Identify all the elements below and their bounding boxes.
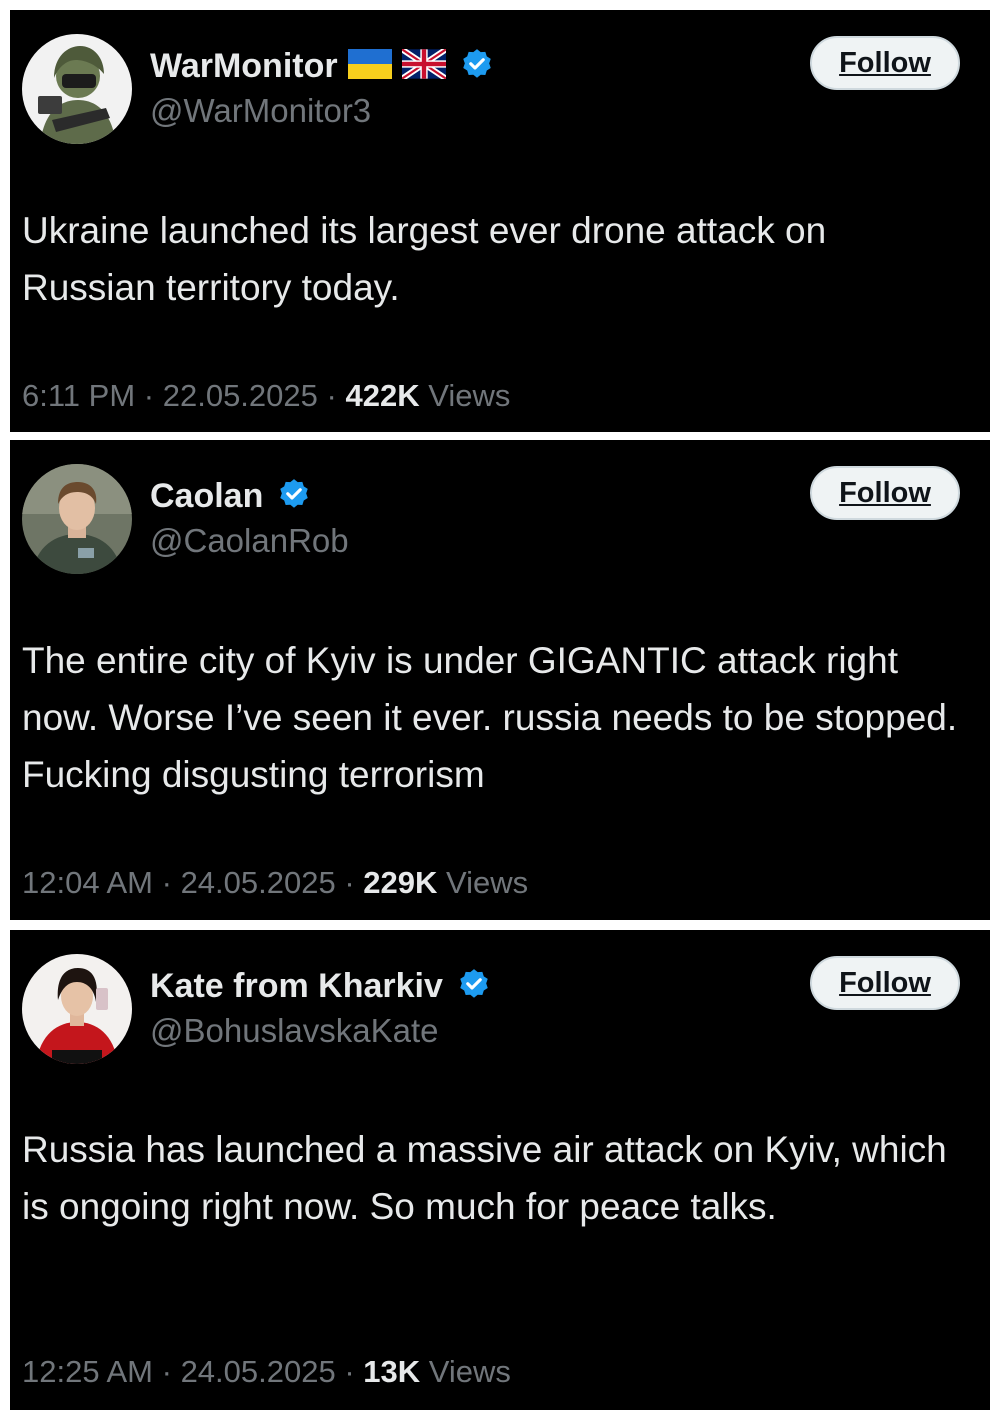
- tweet-text: Ukraine launched its largest ever drone …: [22, 210, 827, 308]
- tweet-text: Russia has launched a massive air attack…: [22, 1129, 947, 1227]
- verified-badge-icon: [277, 477, 311, 516]
- views-label: Views: [428, 378, 511, 413]
- avatar[interactable]: [22, 954, 132, 1064]
- separator: ·: [326, 378, 337, 413]
- follow-button[interactable]: Follow: [810, 956, 960, 1010]
- follow-button[interactable]: Follow: [810, 466, 960, 520]
- user-handle[interactable]: @BohuslavskaKate: [150, 1012, 439, 1050]
- separator: ·: [344, 865, 355, 900]
- verified-badge-icon: [460, 47, 494, 86]
- name-row: WarMonitor: [150, 44, 494, 88]
- display-name[interactable]: Kate from Kharkiv: [150, 967, 443, 1006]
- name-row: Kate from Kharkiv: [150, 964, 491, 1008]
- tweet-meta: 12:04 AM · 24.05.2025 · 229K Views: [22, 865, 528, 901]
- user-handle[interactable]: @CaolanRob: [150, 522, 349, 560]
- views-count[interactable]: 229K: [363, 865, 437, 900]
- tweet-card: Kate from Kharkiv @BohuslavskaKate Follo…: [10, 930, 990, 1410]
- tweet-date[interactable]: 24.05.2025: [181, 865, 336, 900]
- tweet-time[interactable]: 12:25 AM: [22, 1354, 153, 1389]
- tweet-meta: 6:11 PM · 22.05.2025 · 422K Views: [22, 378, 510, 414]
- user-handle[interactable]: @WarMonitor3: [150, 92, 371, 130]
- ukraine-flag-icon: [347, 48, 392, 84]
- separator: ·: [161, 865, 172, 900]
- avatar[interactable]: [22, 464, 132, 574]
- separator: ·: [143, 378, 155, 413]
- views-count[interactable]: 422K: [345, 378, 419, 413]
- profile-photo-image: [22, 464, 132, 574]
- views-label: Views: [446, 865, 529, 900]
- tweet-date[interactable]: 22.05.2025: [163, 378, 318, 413]
- name-row: Caolan: [150, 474, 311, 518]
- views-count[interactable]: 13K: [363, 1354, 420, 1389]
- soldier-avatar-image: [22, 34, 132, 144]
- display-name[interactable]: Caolan: [150, 477, 263, 516]
- tweet-time[interactable]: 6:11 PM: [22, 378, 135, 413]
- profile-photo-image: [22, 954, 132, 1064]
- tweet-card: Caolan @CaolanRob Follow The entire city…: [10, 440, 990, 920]
- tweet-text: The entire city of Kyiv is under GIGANTI…: [22, 640, 958, 795]
- avatar[interactable]: [22, 34, 132, 144]
- views-label: Views: [428, 1354, 511, 1389]
- verified-badge-icon: [457, 967, 491, 1006]
- uk-flag-icon: [399, 46, 448, 84]
- tweet-meta: 12:25 AM · 24.05.2025 · 13K Views: [22, 1354, 511, 1390]
- tweet-date[interactable]: 24.05.2025: [181, 1354, 336, 1389]
- separator: ·: [344, 1354, 355, 1389]
- tweet-time[interactable]: 12:04 AM: [22, 865, 153, 900]
- tweet-card: WarMonitor @WarMonitor3 Follow Ukraine l…: [10, 10, 990, 432]
- display-name[interactable]: WarMonitor: [150, 47, 338, 86]
- separator: ·: [161, 1354, 172, 1389]
- follow-button[interactable]: Follow: [810, 36, 960, 90]
